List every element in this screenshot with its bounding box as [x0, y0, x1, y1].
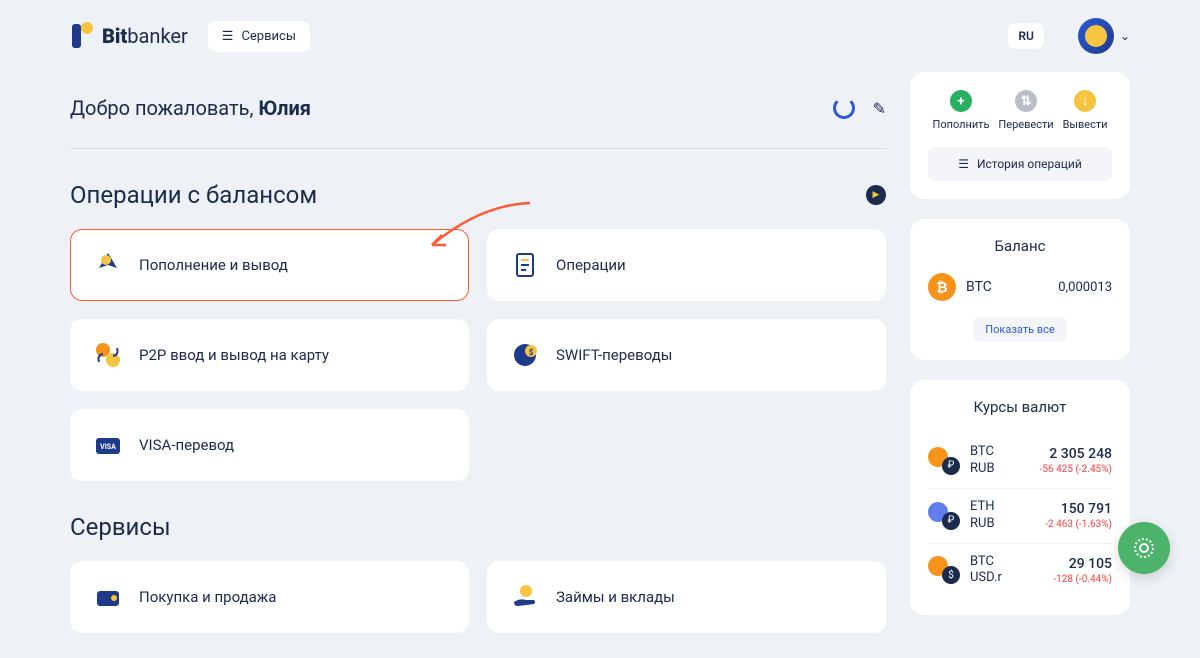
card-label: Покупка и продажа: [139, 588, 276, 606]
list-icon: ☰: [958, 157, 969, 171]
balance-title: Баланс: [928, 237, 1112, 255]
loading-spinner-icon: [833, 97, 855, 119]
section-balance-ops-title: Операции с балансом: [70, 181, 317, 209]
arrow-down-icon: ↓: [1074, 90, 1096, 112]
card-label: Пополнение и вывод: [139, 256, 288, 274]
card-label: VISA-перевод: [139, 436, 234, 454]
card-label: Займы и вклады: [556, 588, 675, 606]
welcome-text: Добро пожаловать, Юлия: [70, 96, 311, 120]
rates-title: Курсы валют: [928, 398, 1112, 416]
card-label: P2P ввод и вывод на карту: [139, 346, 329, 364]
rate-pair: BTCUSD.r: [970, 554, 1043, 588]
quick-actions-card: + Пополнить ⇅ Перевести ↓ Вывести ☰ Исто…: [910, 72, 1130, 199]
rate-row[interactable]: $ BTCUSD.r 29 105-128 (-0.44%): [928, 544, 1112, 598]
rate-row[interactable]: ₽ ETHRUB 150 791-2 463 (-1.63%): [928, 489, 1112, 544]
card-deposit-withdraw[interactable]: Пополнение и вывод: [70, 229, 469, 301]
svg-text:VISA: VISA: [100, 443, 116, 451]
qa-label: Перевести: [998, 118, 1053, 131]
rate-row[interactable]: ₽ BTCRUB 2 305 248-56 425 (-2.45%): [928, 434, 1112, 489]
rate-price: 150 791: [1061, 500, 1112, 518]
chevron-down-icon: ⌄: [1120, 29, 1130, 43]
card-buy-sell[interactable]: Покупка и продажа: [70, 561, 469, 633]
card-swift[interactable]: $ SWIFT-переводы: [487, 319, 886, 391]
chat-icon: [1131, 535, 1157, 561]
qa-label: Пополнить: [932, 118, 989, 131]
edit-icon[interactable]: ✎: [873, 99, 886, 118]
qa-deposit[interactable]: + Пополнить: [932, 90, 989, 131]
card-p2p[interactable]: P2P ввод и вывод на карту: [70, 319, 469, 391]
swift-icon: $: [510, 340, 540, 370]
wallet-icon: [93, 582, 123, 612]
btc-icon: ₿: [928, 273, 956, 301]
pair-icon: $: [928, 556, 960, 584]
rate-change: -56 425 (-2.45%): [1040, 463, 1112, 476]
rate-pair: ETHRUB: [970, 499, 1035, 533]
rate-change: -128 (-0.44%): [1053, 573, 1112, 586]
history-button[interactable]: ☰ История операций: [928, 147, 1112, 181]
hand-coin-icon: [510, 582, 540, 612]
document-icon: [510, 250, 540, 280]
section-services-title: Сервисы: [70, 513, 171, 541]
card-label: Операции: [556, 256, 626, 274]
rates-card: Курсы валют ₽ BTCRUB 2 305 248-56 425 (-2.…: [910, 380, 1130, 615]
rate-change: -2 463 (-1.63%): [1045, 518, 1112, 531]
qa-withdraw[interactable]: ↓ Вывести: [1063, 90, 1108, 131]
play-icon[interactable]: ▶: [866, 185, 886, 205]
card-operations[interactable]: Операции: [487, 229, 886, 301]
pair-icon: ₽: [928, 447, 960, 475]
balance-row[interactable]: ₿ BTC 0,000013: [928, 273, 1112, 301]
balance-card: Баланс ₿ BTC 0,000013 Показать все: [910, 219, 1130, 360]
rocket-icon: [93, 250, 123, 280]
rate-price: 29 105: [1069, 555, 1112, 573]
swap-icon: ⇅: [1015, 90, 1037, 112]
logo-icon: [70, 22, 94, 50]
chat-fab[interactable]: [1118, 522, 1170, 574]
show-all-button[interactable]: Показать все: [973, 317, 1066, 342]
card-loans[interactable]: Займы и вклады: [487, 561, 886, 633]
services-button[interactable]: ☰ Сервисы: [208, 21, 310, 52]
logo-text: Bitbanker: [102, 24, 188, 48]
svg-text:$: $: [529, 348, 534, 357]
services-label: Сервисы: [241, 29, 296, 44]
logo[interactable]: Bitbanker: [70, 22, 188, 50]
rate-price: 2 305 248: [1049, 445, 1112, 463]
rate-pair: BTCRUB: [970, 444, 1030, 478]
avatar: [1078, 18, 1114, 54]
card-label: SWIFT-переводы: [556, 346, 672, 364]
pair-icon: ₽: [928, 502, 960, 530]
language-button[interactable]: RU: [1008, 23, 1044, 49]
menu-icon: ☰: [222, 29, 234, 44]
balance-symbol: BTC: [966, 279, 1048, 295]
user-menu[interactable]: ⌄: [1078, 18, 1130, 54]
plus-icon: +: [950, 90, 972, 112]
balance-value: 0,000013: [1058, 280, 1112, 295]
visa-icon: VISA: [93, 430, 123, 460]
exchange-icon: [93, 340, 123, 370]
qa-transfer[interactable]: ⇅ Перевести: [998, 90, 1053, 131]
history-label: История операций: [977, 157, 1082, 171]
card-visa[interactable]: VISA VISA-перевод: [70, 409, 469, 481]
qa-label: Вывести: [1063, 118, 1108, 131]
